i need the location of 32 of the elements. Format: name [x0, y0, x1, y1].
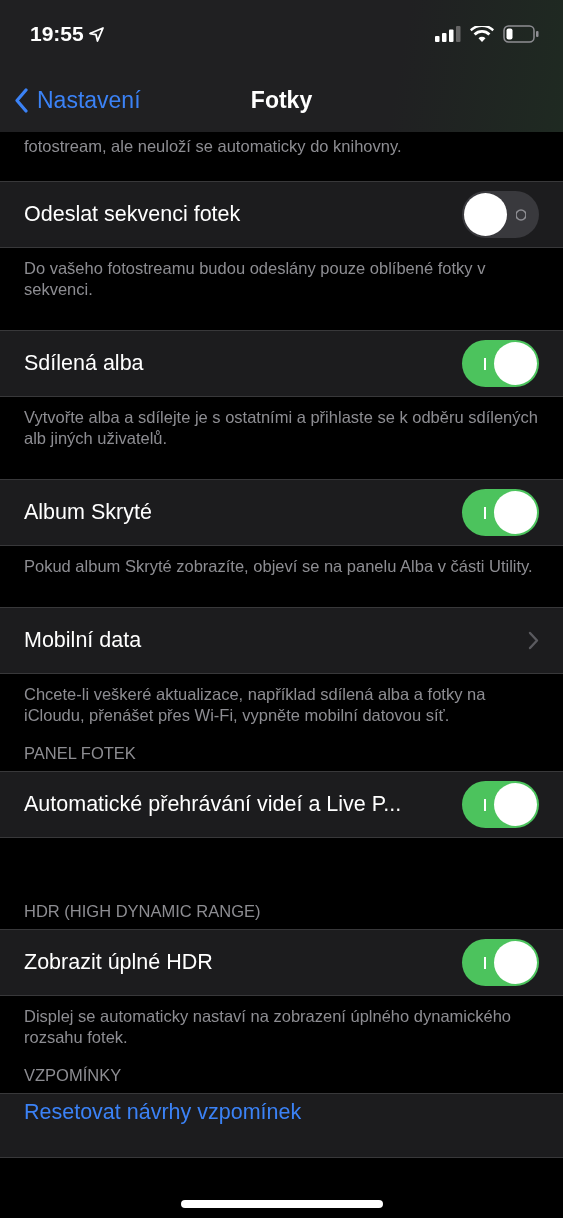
status-time: 19:55 — [30, 22, 84, 46]
toggle-switch[interactable] — [462, 939, 539, 986]
section-footer: fotostream, ale neuloží se automaticky do knihovny. — [0, 132, 563, 157]
toggle-switch[interactable] — [462, 489, 539, 536]
settings-row[interactable]: Mobilní data — [0, 607, 563, 674]
chevron-left-icon — [14, 87, 29, 113]
signal-icon — [435, 26, 461, 42]
row-label: Zobrazit úplné HDR — [24, 950, 213, 975]
section-header: PANEL FOTEK — [23, 744, 137, 764]
section-footer: Chcete-li veškeré aktualizace, například sdílená alba a fotky na iCloudu, přenášet přes Wi-Fi, vypněte mobilní datovou síť. — [0, 674, 563, 726]
toggle-switch[interactable] — [462, 340, 539, 387]
section-footer: Displej se automaticky nastaví na zobrazení úplného dynamického rozsahu fotek. — [0, 996, 563, 1048]
wifi-icon — [470, 25, 494, 43]
battery-icon — [503, 25, 539, 43]
reset-link[interactable]: Resetovat návrhy vzpomínek — [24, 1100, 302, 1125]
chevron-right-icon — [528, 631, 539, 650]
toggle-switch[interactable] — [462, 781, 539, 828]
section-footer: Vytvořte alba a sdílejte je s ostatními a přihlaste se k odběru sdílených alb jiných uživatelů. — [0, 397, 563, 449]
off-mark-icon — [516, 208, 526, 222]
section-footer: Pokud album Skryté zobrazíte, objeví se na panelu Alba v části Utility. — [0, 546, 563, 577]
row-label: Mobilní data — [24, 628, 142, 653]
row-label: Automatické přehrávání videí a Live P... — [24, 792, 402, 817]
section-header: VZPOMÍNKY — [23, 1066, 123, 1086]
section-header: HDR (HIGH DYNAMIC RANGE) — [23, 902, 262, 922]
row-label: Album Skryté — [24, 500, 152, 525]
back-button[interactable]: Nastavení — [0, 86, 141, 114]
screen-title: Fotky — [250, 86, 313, 114]
section-footer: Do vašeho fotostreamu budou odeslány pouze oblíbené fotky v sekvenci. — [0, 248, 563, 300]
row-label: Odeslat sekvenci fotek — [24, 202, 241, 227]
toggle-switch[interactable] — [462, 191, 539, 238]
location-arrow-icon — [88, 26, 104, 42]
row-label: Sdílená alba — [24, 351, 144, 376]
